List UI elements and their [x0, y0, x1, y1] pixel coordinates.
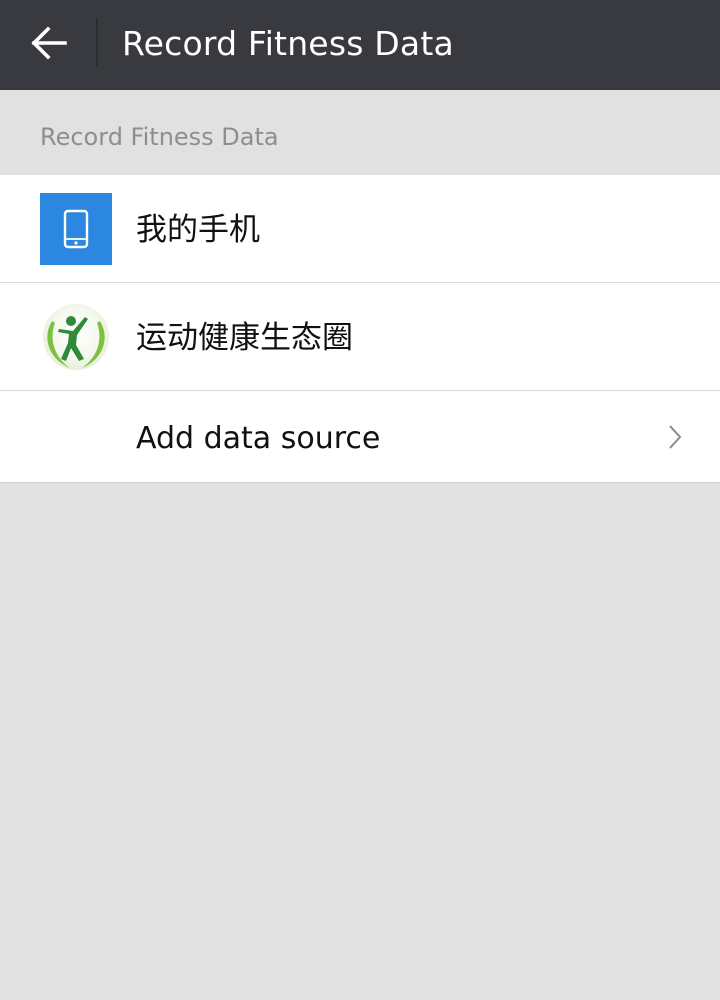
list-item-label: 运动健康生态圈: [136, 320, 353, 356]
phone-icon: [40, 193, 112, 265]
list-item-my-phone[interactable]: 我的手机: [0, 175, 720, 283]
add-data-source-row[interactable]: Add data source: [0, 391, 720, 482]
arrow-left-icon: [31, 26, 67, 60]
fitness-ecosystem-logo-icon: [40, 301, 112, 373]
list-item-fitness-ecosystem[interactable]: 运动健康生态圈: [0, 283, 720, 391]
app-bar: Record Fitness Data: [0, 0, 720, 90]
chevron-right-icon: [669, 425, 682, 449]
page-title: Record Fitness Data: [122, 24, 454, 63]
add-data-source-label: Add data source: [136, 421, 381, 456]
list-item-label: 我的手机: [136, 212, 260, 248]
screen: Record Fitness Data Record Fitness Data …: [0, 0, 720, 1000]
data-source-list: 我的手机 运动健康生态圈 Add data source: [0, 175, 720, 483]
back-button[interactable]: [0, 0, 96, 90]
section-header: Record Fitness Data: [40, 123, 279, 151]
app-bar-divider: [96, 18, 98, 66]
